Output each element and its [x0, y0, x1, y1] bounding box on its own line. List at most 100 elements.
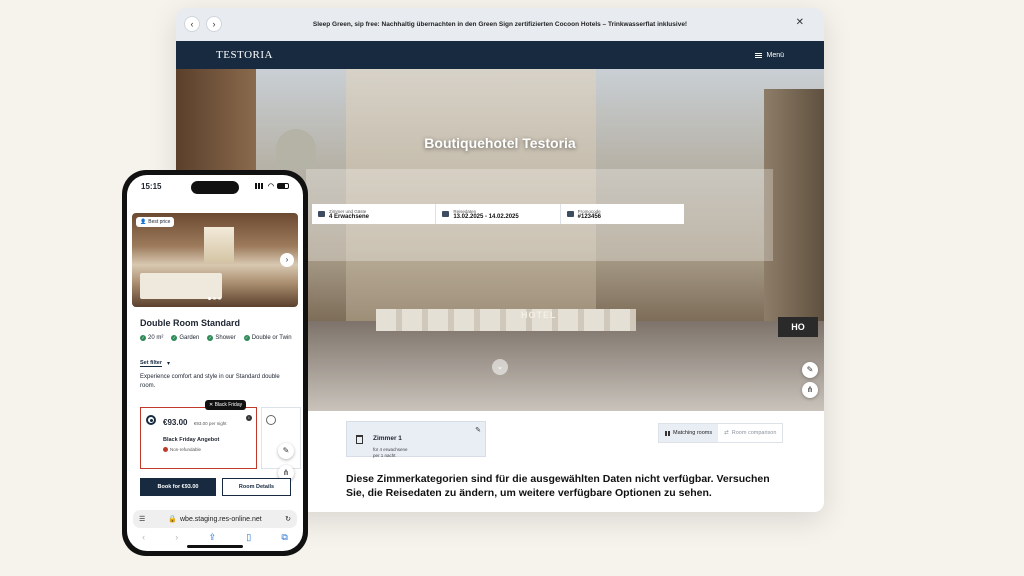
status-time: 15:15 [141, 181, 162, 191]
share-icon[interactable]: ⇪ [209, 532, 217, 543]
bookmarks-icon[interactable]: ▯ [246, 532, 251, 543]
info-icon[interactable]: i [246, 415, 252, 421]
amenity-size: ✓ 20 m² [140, 335, 164, 341]
hotel-sign: HOTEL [521, 310, 557, 320]
hotel-logo[interactable]: TESTORIA [216, 49, 273, 61]
guests-label: Zimmer und Gäste [329, 208, 367, 214]
promo-field[interactable]: Promocode #123456 [561, 204, 684, 224]
amenity-shower: ✓ Shower [207, 335, 236, 341]
user-icon: 👤 [140, 219, 147, 225]
grid-icon [665, 430, 670, 436]
hamburger-icon [755, 52, 763, 58]
room-nights: per 1 nacht [373, 453, 396, 458]
policy-label: Non-refundable [170, 447, 202, 452]
ho-sign: HO [778, 317, 818, 337]
tab-comparison-label: Room comparison [731, 430, 777, 436]
non-refundable-icon [163, 447, 168, 452]
calendar-icon [442, 211, 450, 217]
rate-per-night: €93.00 per night [193, 421, 227, 426]
room-title: Zimmer 1 [373, 435, 402, 442]
cancellation-policy: Non-refundable [163, 447, 250, 452]
tab-matching-rooms[interactable]: Matching rooms [659, 424, 719, 442]
guests-value: 4 Erwachsene [329, 213, 370, 220]
chat-icon[interactable]: ✎ [278, 443, 294, 459]
window [204, 227, 234, 263]
home-indicator [187, 545, 243, 548]
battery-icon [277, 183, 289, 189]
promo-value: #123456 [577, 213, 602, 220]
rate-option-selected[interactable]: €93.00 €93.00 per night i Black Friday A… [140, 407, 257, 469]
room-guests: für 4 erwachsene [373, 447, 408, 452]
close-icon[interactable]: ✕ [796, 17, 804, 28]
chevron-left-icon[interactable]: ‹ [184, 16, 200, 32]
tabs-icon[interactable]: ☰ [139, 515, 145, 523]
hero-title: Boutiquehotel Testoria [424, 135, 576, 151]
search-bar: Zimmer und Gäste 4 Erwachsene Reisedaten… [312, 204, 684, 224]
radio-selected[interactable] [146, 415, 156, 425]
phone-screen: 15:15 ◠ 👤 Best price › Double Room Stand… [127, 175, 303, 551]
compare-icon: ⇄ [724, 430, 729, 436]
rate-price: €93.00 [163, 418, 188, 427]
filter-icon[interactable]: ▾ [167, 360, 170, 367]
chevron-down-icon[interactable]: ⌄ [492, 359, 508, 375]
back-icon[interactable]: ‹ [142, 532, 145, 543]
status-icons: ◠ [254, 182, 289, 190]
door-icon [356, 435, 363, 444]
wifi-icon: ◠ [267, 183, 274, 190]
check-icon: ✓ [207, 335, 214, 341]
promo-label: Promocode [577, 208, 601, 214]
check-icon: ✓ [171, 335, 178, 341]
bed [140, 273, 222, 299]
rate-name: Black Friday Angebot [163, 437, 220, 443]
dates-value: 13.02.2025 - 14.02.2025 [453, 213, 519, 220]
phone-frame: 15:15 ◠ 👤 Best price › Double Room Stand… [122, 170, 308, 556]
check-icon: ✓ [243, 335, 250, 341]
awning [376, 309, 636, 331]
rate-option-2[interactable] [261, 407, 301, 469]
radio-unselected[interactable] [266, 415, 276, 425]
safari-toolbar: ‹ › ⇪ ▯ ⧉ [127, 532, 303, 543]
lock-icon: 🔒 [168, 516, 177, 523]
view-toggle: Matching rooms ⇄ Room comparison [658, 423, 784, 443]
amenities: ✓ 20 m² ✓ Garden ✓ Shower ✓ Double or Twin [140, 335, 295, 341]
dates-field[interactable]: Reisedaten 13.02.2025 - 14.02.2025 [436, 204, 561, 224]
promo-text: Sleep Green, sip free: Nachhaltig überna… [312, 21, 688, 28]
signal-icon [254, 183, 265, 189]
url-bar[interactable]: ☰ 🔒 wbe.staging.res-online.net ↻ [133, 510, 297, 528]
chevron-right-icon[interactable]: › [280, 253, 294, 267]
dynamic-island [191, 181, 239, 194]
black-friday-tag: ✕ Black Friday [205, 400, 247, 410]
hotel-header: TESTORIA Menü [176, 41, 824, 69]
room-details-button[interactable]: Room Details [222, 478, 291, 496]
carousel-dots[interactable] [208, 297, 221, 300]
black-friday-label: Black Friday [214, 402, 243, 408]
chevron-right-icon[interactable]: › [206, 16, 222, 32]
menu-label: Menü [766, 51, 784, 59]
url-text: wbe.staging.res-online.net [180, 515, 262, 523]
check-icon: ✓ [140, 335, 146, 341]
best-price-label: Best price [148, 219, 171, 225]
ticket-icon [566, 211, 574, 217]
tabs-icon[interactable]: ⧉ [281, 532, 287, 543]
guests-field[interactable]: Zimmer und Gäste 4 Erwachsene [312, 204, 437, 224]
promo-bar: ‹ › Sleep Green, sip free: Nachhaltig üb… [176, 8, 824, 41]
room-name: Double Room Standard [140, 318, 241, 328]
user-icon [318, 211, 325, 217]
reload-icon[interactable]: ↻ [285, 515, 291, 523]
best-price-badge: 👤 Best price [136, 217, 175, 227]
menu-button[interactable]: Menü [755, 52, 784, 59]
tab-matching-label: Matching rooms [673, 430, 713, 436]
tab-room-comparison[interactable]: ⇄ Room comparison [718, 424, 782, 442]
share-icon[interactable]: ⋔ [802, 382, 818, 398]
amenity-garden: ✓ Garden [171, 335, 200, 341]
unavailable-message: Diese Zimmerkategorien sind für die ausg… [346, 473, 770, 499]
book-button[interactable]: Book for €93.00 [140, 478, 216, 496]
amenity-bed-type: ✓ Double or Twin [243, 335, 292, 341]
forward-icon[interactable]: › [175, 532, 178, 543]
chat-icon[interactable]: ✎ [802, 362, 818, 378]
room-summary-card[interactable]: Zimmer 1 für 4 erwachsene per 1 nacht ✎ [346, 421, 486, 458]
pencil-icon[interactable]: ✎ [475, 426, 481, 434]
room-photo[interactable]: 👤 Best price › [132, 213, 298, 307]
set-filter-link[interactable]: Set filter [140, 360, 163, 367]
room-description: Experience comfort and style in our Stan… [140, 374, 280, 389]
